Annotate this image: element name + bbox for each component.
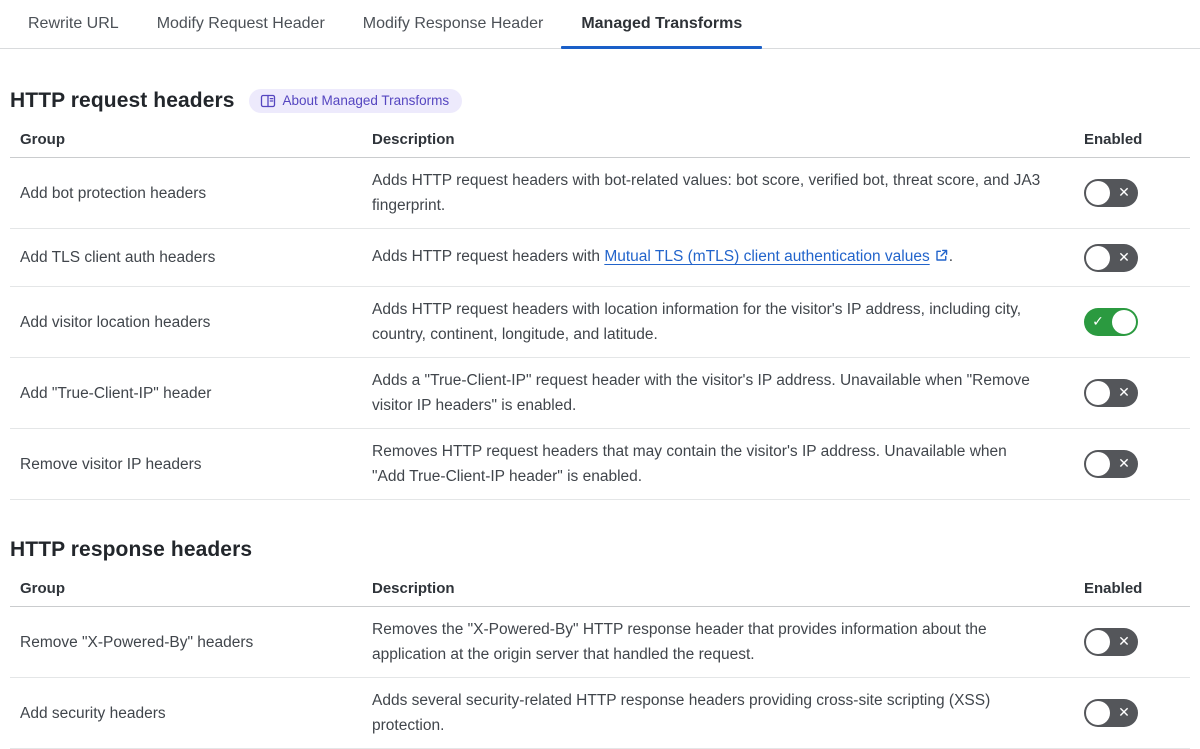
- description-cell: Removes HTTP request headers that may co…: [362, 428, 1074, 500]
- enabled-cell: ✕: [1074, 228, 1190, 287]
- toggle-add-visitor-location-headers[interactable]: ✓: [1084, 308, 1138, 336]
- toggle-remove-x-powered-by-headers[interactable]: ✕: [1084, 628, 1138, 656]
- enabled-cell: ✕: [1074, 428, 1190, 500]
- toggle-knob: [1112, 310, 1136, 334]
- enabled-cell: ✓: [1074, 286, 1190, 358]
- badge-label: About Managed Transforms: [282, 93, 450, 109]
- group-cell: Add "True-Client-IP" header: [10, 357, 362, 429]
- x-icon: ✕: [1118, 456, 1130, 472]
- external-link-icon: [934, 246, 949, 271]
- mtls-doc-link[interactable]: Mutual TLS (mTLS) client authentication …: [604, 248, 929, 265]
- section-title-request: HTTP request headers: [10, 89, 235, 112]
- description-cell: Adds HTTP request headers with Mutual TL…: [362, 228, 1074, 287]
- toggle-knob: [1086, 452, 1110, 476]
- group-cell: Remove visitor IP headers: [10, 428, 362, 500]
- table-row: Remove "X-Powered-By" headers Removes the…: [10, 606, 1190, 678]
- toggle-knob: [1086, 381, 1110, 405]
- section-title-response: HTTP response headers: [10, 538, 253, 561]
- group-cell: Add TLS client auth headers: [10, 228, 362, 287]
- table-header-row: Group Description Enabled: [10, 125, 1190, 158]
- toggle-add-true-client-ip-header[interactable]: ✕: [1084, 379, 1138, 407]
- tab-bar: Rewrite URL Modify Request Header Modify R…: [0, 0, 1200, 49]
- column-header-enabled: Enabled: [1074, 574, 1190, 607]
- group-cell: Remove "X-Powered-By" headers: [10, 606, 362, 678]
- enabled-cell: ✕: [1074, 357, 1190, 429]
- request-headers-section: HTTP request headers About Managed Trans…: [10, 89, 1190, 500]
- toggle-add-security-headers[interactable]: ✕: [1084, 699, 1138, 727]
- table-row: Add visitor location headers Adds HTTP re…: [10, 286, 1190, 358]
- about-managed-transforms-badge[interactable]: About Managed Transforms: [248, 89, 463, 113]
- toggle-knob: [1086, 701, 1110, 725]
- book-icon: [260, 94, 276, 108]
- column-header-enabled: Enabled: [1074, 125, 1190, 158]
- x-icon: ✕: [1118, 185, 1130, 201]
- tab-modify-request-header[interactable]: Modify Request Header: [157, 0, 325, 48]
- description-cell: Adds HTTP request headers with location …: [362, 286, 1074, 358]
- table-row: Add "True-Client-IP" header Adds a "True-…: [10, 357, 1190, 429]
- description-cell: Adds several security-related HTTP respo…: [362, 677, 1074, 749]
- tab-modify-response-header[interactable]: Modify Response Header: [363, 0, 544, 48]
- x-icon: ✕: [1118, 634, 1130, 650]
- toggle-add-tls-client-auth-headers[interactable]: ✕: [1084, 243, 1138, 272]
- column-header-group: Group: [10, 125, 362, 158]
- description-cell: Removes the "X-Powered-By" HTTP response…: [362, 606, 1074, 678]
- x-icon: ✕: [1118, 249, 1130, 266]
- description-cell: Adds HTTP request headers with bot-relat…: [362, 157, 1074, 229]
- x-icon: ✕: [1118, 385, 1130, 401]
- table-row: Add TLS client auth headers Adds HTTP req…: [10, 228, 1190, 287]
- tab-managed-transforms[interactable]: Managed Transforms: [561, 0, 763, 49]
- description-cell: Adds a "True-Client-IP" request header w…: [362, 357, 1074, 429]
- column-header-description: Description: [362, 125, 1074, 158]
- table-header-row: Group Description Enabled: [10, 574, 1190, 607]
- group-cell: Add bot protection headers: [10, 157, 362, 229]
- toggle-knob: [1086, 245, 1110, 270]
- toggle-remove-visitor-ip-headers[interactable]: ✕: [1084, 450, 1138, 478]
- toggle-knob: [1086, 630, 1110, 654]
- toggle-knob: [1086, 181, 1110, 205]
- column-header-group: Group: [10, 574, 362, 607]
- request-headers-table: Group Description Enabled Add bot protec…: [10, 125, 1190, 500]
- table-row: Add bot protection headers Adds HTTP requ…: [10, 157, 1190, 229]
- enabled-cell: ✕: [1074, 677, 1190, 749]
- x-icon: ✕: [1118, 705, 1130, 721]
- group-cell: Add visitor location headers: [10, 286, 362, 358]
- enabled-cell: ✕: [1074, 606, 1190, 678]
- column-header-description: Description: [362, 574, 1074, 607]
- check-icon: ✓: [1092, 314, 1104, 330]
- toggle-add-bot-protection-headers[interactable]: ✕: [1084, 179, 1138, 207]
- response-headers-table: Group Description Enabled Remove "X-Powe…: [10, 574, 1190, 749]
- managed-transforms-panel: HTTP request headers About Managed Trans…: [0, 89, 1200, 749]
- table-row: Add security headers Adds several securit…: [10, 677, 1190, 749]
- group-cell: Add security headers: [10, 677, 362, 749]
- tab-rewrite-url[interactable]: Rewrite URL: [28, 0, 119, 48]
- response-headers-section: HTTP response headers Group Description …: [10, 538, 1190, 749]
- enabled-cell: ✕: [1074, 157, 1190, 229]
- table-row: Remove visitor IP headers Removes HTTP re…: [10, 428, 1190, 500]
